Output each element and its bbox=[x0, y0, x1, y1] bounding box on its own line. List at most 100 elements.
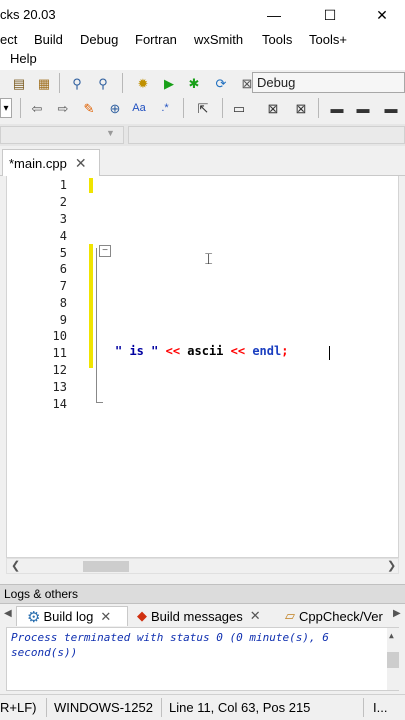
close-icon[interactable]: ✕ bbox=[250, 608, 261, 624]
tab-scroll-right-icon[interactable]: ▶ bbox=[393, 608, 401, 619]
block-b-icon[interactable]: ▬ bbox=[354, 99, 372, 117]
scrollbar-thumb[interactable] bbox=[387, 652, 399, 668]
code-identifier: ascii bbox=[187, 344, 224, 358]
status-separator bbox=[363, 698, 364, 717]
line-number: 10 bbox=[52, 329, 67, 343]
line-number: 11 bbox=[52, 346, 67, 360]
close-button[interactable]: ✕ bbox=[359, 0, 405, 30]
tab-scroll-left-icon[interactable]: ◀ bbox=[4, 608, 12, 619]
build-target-select[interactable]: Debug bbox=[252, 72, 405, 93]
window-title: cks 20.03 bbox=[0, 7, 56, 22]
editor-tab-strip: *main.cpp ✕ bbox=[0, 149, 405, 176]
regex-icon[interactable]: .* bbox=[156, 99, 174, 117]
clipboard-icon[interactable]: ▦ bbox=[35, 74, 53, 92]
line-number: 6 bbox=[59, 262, 67, 276]
forward-icon[interactable]: ⇨ bbox=[54, 99, 72, 117]
function-combo[interactable] bbox=[128, 126, 405, 144]
tab-label: Build log bbox=[43, 609, 94, 624]
tab-label: *main.cpp bbox=[9, 155, 67, 171]
highlight-icon[interactable]: ✎ bbox=[80, 99, 98, 117]
back-icon[interactable]: ⇦ bbox=[28, 99, 46, 117]
line-number: 8 bbox=[59, 296, 67, 310]
tab-label: CppCheck/Ver bbox=[299, 608, 383, 624]
menu-build[interactable]: Build bbox=[34, 32, 63, 47]
code-line-11: " is " << ascii << endl; bbox=[115, 344, 288, 358]
line-number: 5 bbox=[59, 246, 67, 260]
code-operator: << bbox=[230, 344, 246, 358]
tab-cppcheck[interactable]: ▱ CppCheck/Ver bbox=[285, 606, 383, 626]
status-bar: R+LF) WINDOWS-1252 Line 11, Col 63, Pos … bbox=[0, 694, 405, 720]
status-cursor-position: Line 11, Col 63, Pos 215 bbox=[169, 700, 311, 715]
paste-icon[interactable]: ▤ bbox=[10, 74, 28, 92]
change-marker bbox=[89, 178, 93, 193]
line-number: 3 bbox=[59, 212, 67, 226]
tab-main-cpp[interactable]: *main.cpp ✕ bbox=[2, 149, 100, 176]
menu-fortran[interactable]: Fortran bbox=[135, 32, 177, 47]
status-separator bbox=[46, 698, 47, 717]
gear-icon: ⚙ bbox=[27, 608, 41, 626]
replace-icon[interactable]: ⚲ bbox=[94, 74, 112, 92]
scrollbar-thumb[interactable] bbox=[83, 561, 129, 572]
close-icon[interactable]: ✕ bbox=[75, 155, 87, 172]
rect-icon[interactable]: ▭ bbox=[230, 99, 248, 117]
menu-tools[interactable]: Tools bbox=[262, 32, 292, 47]
settings-icon[interactable]: ✹ bbox=[134, 74, 152, 92]
line-number: 1 bbox=[59, 178, 67, 192]
select-icon[interactable]: ⇱ bbox=[194, 99, 212, 117]
toggle-icon[interactable]: ⊕ bbox=[106, 99, 124, 117]
status-mode: I... bbox=[373, 700, 388, 715]
line-number: 9 bbox=[59, 313, 67, 327]
menu-help[interactable]: Help bbox=[10, 51, 37, 66]
document-icon: ▱ bbox=[285, 608, 295, 623]
scroll-right-icon[interactable]: ❯ bbox=[387, 559, 396, 572]
tab-build-messages[interactable]: ◆ Build messages ✕ bbox=[137, 606, 261, 626]
build-and-run-icon[interactable]: ✱ bbox=[185, 74, 203, 92]
fold-toggle-icon[interactable]: − bbox=[99, 245, 111, 257]
line-number: 12 bbox=[52, 363, 67, 377]
line-number: 7 bbox=[59, 279, 67, 293]
menu-tools-plus[interactable]: Tools+ bbox=[309, 32, 347, 47]
close-icon[interactable]: ✕ bbox=[100, 609, 111, 625]
menu-project[interactable]: ect bbox=[0, 32, 17, 47]
logs-panel-header: Logs & others bbox=[0, 584, 405, 604]
dropdown-arrow-icon[interactable]: ▾ bbox=[0, 98, 12, 118]
build-log-output[interactable]: Process terminated with status 0 (0 minu… bbox=[6, 627, 399, 691]
toolbar-separator bbox=[59, 73, 60, 93]
title-bar: cks 20.03 — ☐ ✕ bbox=[0, 0, 405, 30]
code-keyword: endl bbox=[252, 344, 282, 358]
status-separator bbox=[161, 698, 162, 717]
line-number: 4 bbox=[59, 229, 67, 243]
menu-wxsmith[interactable]: wxSmith bbox=[194, 32, 243, 47]
maximize-button[interactable]: ☐ bbox=[307, 0, 353, 30]
log-message: Process terminated with status 0 (0 minu… bbox=[11, 631, 329, 659]
fold-guide-end bbox=[96, 402, 103, 403]
line-number: 14 bbox=[52, 397, 67, 411]
logs-tab-strip: ◀ ⚙ Build log ✕ ◆ Build messages ✕ ▱ Cpp… bbox=[0, 604, 405, 626]
toolbar-separator bbox=[183, 98, 184, 118]
tab-label: Build messages bbox=[151, 608, 243, 624]
toolbar-separator bbox=[222, 98, 223, 118]
minimize-button[interactable]: — bbox=[251, 0, 297, 30]
scroll-up-icon[interactable]: ▲ bbox=[389, 628, 394, 643]
toolbar-separator bbox=[318, 98, 319, 118]
match-case-icon[interactable]: Aa bbox=[130, 99, 148, 117]
toolbar-separator bbox=[20, 98, 21, 118]
find-icon[interactable]: ⚲ bbox=[68, 74, 86, 92]
chevron-down-icon: ▼ bbox=[106, 128, 115, 138]
code-editor[interactable]: 1 2 3 4 5 6 7 8 9 10 11 12 13 14 − " is … bbox=[6, 176, 399, 558]
doc-a-icon[interactable]: ⊠ bbox=[264, 99, 282, 117]
menu-debug[interactable]: Debug bbox=[80, 32, 118, 47]
block-a-icon[interactable]: ▬ bbox=[328, 99, 346, 117]
vertical-scrollbar[interactable]: ▲ bbox=[387, 628, 399, 690]
text-caret bbox=[329, 346, 330, 360]
change-marker bbox=[89, 244, 93, 368]
toolbar-separator bbox=[122, 73, 123, 93]
run-icon[interactable]: ▶ bbox=[160, 74, 178, 92]
tab-build-log[interactable]: ⚙ Build log ✕ bbox=[16, 606, 128, 626]
doc-b-icon[interactable]: ⊠ bbox=[292, 99, 310, 117]
block-c-icon[interactable]: ▬ bbox=[382, 99, 400, 117]
status-encoding: WINDOWS-1252 bbox=[54, 700, 153, 715]
horizontal-scrollbar[interactable]: ❮ ❯ bbox=[6, 558, 399, 574]
scroll-left-icon[interactable]: ❮ bbox=[11, 559, 20, 572]
rebuild-icon[interactable]: ⟳ bbox=[212, 74, 230, 92]
